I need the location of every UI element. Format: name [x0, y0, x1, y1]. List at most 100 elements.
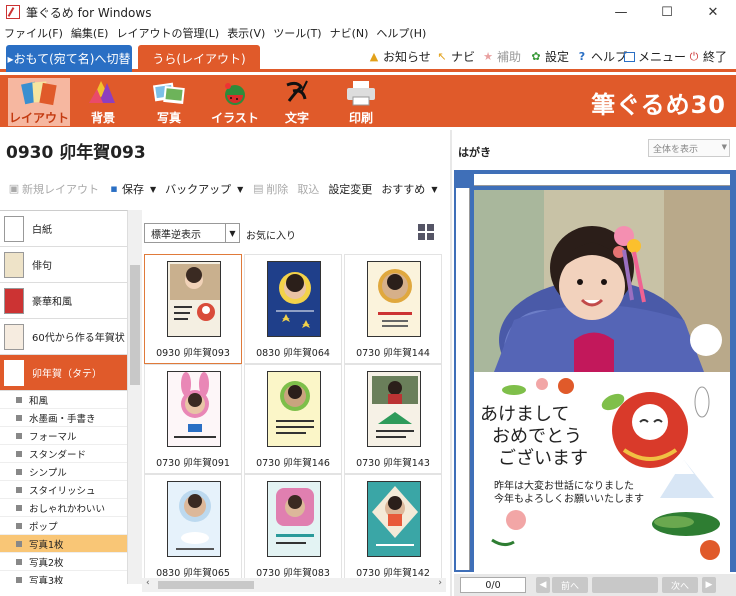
close-button[interactable]: ✕ [690, 0, 736, 24]
menu-link[interactable]: メニュー [624, 48, 686, 65]
help-link[interactable]: ? ヘルプ [576, 48, 627, 65]
maximize-button[interactable]: ☐ [644, 0, 690, 24]
template-card[interactable]: 0830 卯年賀065 [144, 474, 242, 578]
child-photo-image [474, 190, 730, 372]
assist-link[interactable]: ★ 補助 [482, 48, 521, 65]
last-page-icon[interactable]: ▶ [702, 577, 716, 593]
new-layout-button[interactable]: ▣ 新規レイアウト [8, 181, 99, 197]
postcard-preview[interactable]: あけまして おめでとう ございます 2023 昨年は大変お世話になりました 今年… [474, 190, 730, 572]
bullet-icon [16, 432, 22, 439]
exit-link[interactable]: ⏻ 終了 [688, 48, 727, 65]
change-settings-button[interactable]: 設定変更 [328, 181, 372, 197]
change-settings-label: 設定変更 [328, 183, 373, 196]
menu-label: メニュー [638, 50, 687, 64]
favorites-link[interactable]: お気に入り [246, 227, 296, 242]
assist-label: 補助 [497, 50, 522, 64]
template-card[interactable]: 0730 卯年賀143 [344, 364, 442, 474]
ribbon-layout-button[interactable]: レイアウト [8, 78, 70, 126]
notice-link[interactable]: ▲ お知らせ [368, 48, 431, 65]
prev-page-button[interactable]: 前へ [552, 577, 588, 593]
recommended-button[interactable]: おすすめ ▼ [381, 181, 437, 197]
scroll-right-icon[interactable]: › [438, 578, 442, 588]
subcategory-item[interactable]: スタイリッシュ [0, 481, 127, 499]
category-scroll-thumb[interactable] [130, 265, 140, 385]
menu-edit[interactable]: 編集(E) [71, 25, 109, 41]
menu-file[interactable]: ファイル(F) [4, 25, 63, 41]
template-card[interactable]: 0730 卯年賀083 [244, 474, 342, 578]
ribbon-photo-button[interactable]: 写真 [138, 78, 200, 126]
greeting-message[interactable]: 昨年は大変お世話になりました 今年もよろしくお願いいたします [494, 480, 644, 506]
page-slider[interactable] [592, 577, 658, 593]
category-rabbit-vertical[interactable]: 卯年賀（タテ） [0, 355, 127, 391]
grid-horizontal-scrollbar[interactable]: ‹ › [142, 578, 446, 592]
pane-divider[interactable] [450, 130, 452, 596]
save-icon: ▪ [110, 182, 118, 195]
zoom-select[interactable]: 全体を表示 ▼ [648, 139, 730, 157]
ribbon-print-button[interactable]: 印刷 [330, 78, 392, 126]
subcategory-item[interactable]: 和風 [0, 391, 127, 409]
settings-link[interactable]: ✿ 設定 [530, 48, 569, 65]
template-card[interactable]: 0730 卯年賀091 [144, 364, 242, 474]
backup-button[interactable]: バックアップ ▼ [165, 181, 243, 197]
template-card[interactable]: 0730 卯年賀146 [244, 364, 342, 474]
zoom-value: 全体を表示 [653, 144, 699, 155]
bell-icon: ▲ [369, 49, 379, 63]
ribbon-layout-label: レイアウト [8, 111, 69, 125]
window-title: 筆ぐるめ for Windows [26, 5, 152, 20]
ribbon-background-button[interactable]: 背景 [72, 78, 134, 126]
category-60s[interactable]: 60代から作る年賀状 [0, 319, 127, 355]
bullet-icon [16, 504, 22, 511]
template-caption: 0730 卯年賀144 [356, 348, 430, 359]
import-button[interactable]: 取込 [297, 181, 319, 197]
save-dropdown-icon[interactable]: ▼ [150, 185, 156, 194]
first-page-icon[interactable]: ◀ [536, 577, 550, 593]
menu-navi[interactable]: ナビ(N) [330, 25, 369, 41]
template-thumbnail [267, 481, 321, 557]
delete-button[interactable]: ▤ 削除 [252, 181, 288, 197]
subcategory-item[interactable]: おしゃれかわいい [0, 499, 127, 517]
menu-tools[interactable]: ツール(T) [273, 25, 321, 41]
bullet-icon [16, 576, 22, 583]
category-blank[interactable]: 白紙 [0, 211, 127, 247]
subcategory-item[interactable]: 写真2枚 [0, 553, 127, 571]
subcategory-item[interactable]: 水墨画・手書き [0, 409, 127, 427]
ribbon: レイアウト 背景 写真 イラスト 文字 印刷 筆ぐるめ30 [0, 75, 736, 127]
recommended-dropdown-icon[interactable]: ▼ [431, 185, 437, 194]
template-thumbnail [367, 261, 421, 337]
app-icon [6, 5, 20, 19]
menu-view[interactable]: 表示(V) [227, 25, 265, 41]
subcategory-item[interactable]: シンプル [0, 463, 127, 481]
backup-dropdown-icon[interactable]: ▼ [237, 185, 243, 194]
next-page-button[interactable]: 次へ [662, 577, 698, 593]
subcategory-item[interactable]: 写真3枚 [0, 571, 127, 584]
grid-view-icon[interactable] [418, 224, 434, 240]
save-label: 保存 [122, 183, 144, 196]
subcategory-item[interactable]: フォーマル [0, 427, 127, 445]
template-card[interactable]: 0730 卯年賀142 [344, 474, 442, 578]
subcategory-item-selected[interactable]: 写真1枚 [0, 535, 127, 553]
greeting-text[interactable]: あけまして おめでとう ございます [480, 404, 620, 470]
tab-back-layout[interactable]: うら(レイアウト) [138, 45, 260, 72]
minimize-button[interactable]: — [598, 0, 644, 24]
ribbon-text-button[interactable]: 文字 [266, 78, 328, 126]
postcard-photo[interactable] [474, 190, 730, 372]
subcategory-item[interactable]: ポップ [0, 517, 127, 535]
template-card[interactable]: 0730 卯年賀144 [344, 254, 442, 364]
view-mode-select[interactable]: 標準逆表示 ▼ [144, 223, 240, 243]
template-card[interactable]: 0930 卯年賀093 [144, 254, 242, 364]
navi-link[interactable]: ↖ ナビ [436, 48, 475, 65]
menu-help[interactable]: ヘルプ(H) [376, 25, 426, 41]
subcategory-item[interactable]: スタンダード [0, 445, 127, 463]
menu-layout[interactable]: レイアウトの管理(L) [116, 25, 219, 41]
greeting-line: あけまして [480, 404, 570, 425]
template-card[interactable]: 0830 卯年賀064 [244, 254, 342, 364]
category-haiku[interactable]: 俳句 [0, 247, 127, 283]
save-button[interactable]: ▪ 保存 ▼ [108, 181, 156, 197]
grid-scroll-thumb[interactable] [158, 581, 254, 589]
category-scrollbar[interactable] [128, 210, 142, 584]
category-luxury[interactable]: 豪華和風 [0, 283, 127, 319]
scroll-left-icon[interactable]: ‹ [146, 578, 150, 588]
ribbon-illustration-button[interactable]: イラスト [204, 78, 266, 126]
tab-front-address[interactable]: ▸おもて(宛て名)へ切替 [6, 45, 132, 72]
template-thumbnail [367, 371, 421, 447]
